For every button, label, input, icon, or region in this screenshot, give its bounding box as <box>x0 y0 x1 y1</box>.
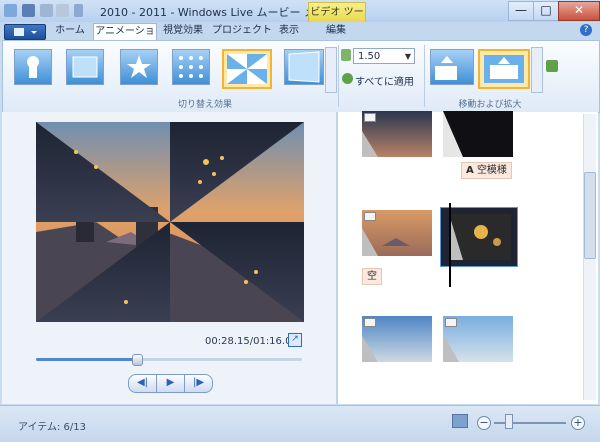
transition-badge-icon <box>445 318 457 327</box>
tab-home[interactable]: ホーム <box>48 23 92 39</box>
close-button[interactable]: ✕ <box>558 1 600 21</box>
preview-image <box>36 122 304 322</box>
timecode: 00:28.15/01:16.00 <box>205 336 298 347</box>
transition-badge-icon <box>364 212 376 221</box>
duration-icon <box>341 49 351 61</box>
caption-text: 空 <box>367 271 377 282</box>
app-icon <box>4 4 17 17</box>
undo-icon[interactable] <box>40 4 53 17</box>
transitions-gallery-scroll[interactable] <box>325 47 337 93</box>
star-icon <box>127 55 151 78</box>
transitions-group-label: 切り替え効果 <box>177 100 232 110</box>
pan-zoom-up-icon <box>484 55 524 83</box>
storyboard-clip[interactable] <box>362 316 432 362</box>
menu-icon <box>14 28 37 36</box>
scrollbar-thumb[interactable] <box>584 172 596 259</box>
redo-icon[interactable] <box>56 4 69 17</box>
caption-text: 空模様 <box>476 165 507 176</box>
tab-animations[interactable]: アニメーション <box>93 23 157 53</box>
duration-value: 1.50 <box>358 51 381 62</box>
play-button[interactable]: ▶ <box>156 374 185 393</box>
ribbon-separator <box>424 45 425 107</box>
previous-frame-button[interactable]: ◀| <box>128 374 157 393</box>
storyboard-clip[interactable] <box>362 210 432 256</box>
video-preview[interactable] <box>36 122 304 322</box>
save-icon[interactable] <box>22 4 35 17</box>
thumbnail-size-icon[interactable] <box>452 414 468 428</box>
storyboard-clip-selected[interactable] <box>440 207 518 267</box>
application-menu-button[interactable] <box>4 24 46 40</box>
apply-pan-zoom-icon[interactable] <box>546 60 558 72</box>
pinwheel-icon <box>227 54 267 84</box>
storyboard-clip[interactable] <box>443 111 513 157</box>
zoom-out-button[interactable]: − <box>477 416 491 430</box>
transition-none-thumb[interactable] <box>14 49 52 85</box>
transition-reveal-thumb[interactable] <box>284 49 324 85</box>
transition-crossfade-thumb[interactable] <box>66 49 104 85</box>
clip-thumbnail <box>443 111 513 157</box>
video-tools-context-tab: ビデオ ツール <box>308 2 366 37</box>
stars-pattern-icon <box>179 56 203 78</box>
zoom-in-button[interactable]: + <box>571 416 585 430</box>
transition-badge-icon <box>364 318 376 327</box>
clip-thumbnail <box>449 214 511 260</box>
duration-select[interactable]: 1.50 ▼ <box>353 48 415 64</box>
pan-zoom-gallery-scroll[interactable] <box>531 47 543 93</box>
next-frame-button[interactable]: |▶ <box>184 374 213 393</box>
pan-zoom-icon <box>435 56 457 80</box>
tab-visual-effects[interactable]: 視覚効果 <box>158 23 208 39</box>
zoom-slider-handle[interactable] <box>505 414 513 429</box>
caption-overlay[interactable]: A 空模様 <box>461 162 512 179</box>
item-count: アイテム: 6/13 <box>18 422 87 433</box>
pan-zoom-none-thumb[interactable] <box>430 49 474 85</box>
quick-access-dropdown-icon[interactable] <box>74 4 83 17</box>
rectangle-icon <box>72 56 98 78</box>
fullscreen-icon[interactable]: ↗ <box>288 333 302 347</box>
transition-badge-icon <box>364 113 376 122</box>
chevron-down-icon: ▼ <box>404 52 411 61</box>
reveal-icon <box>288 51 320 83</box>
playhead-marker[interactable] <box>449 203 451 287</box>
transition-stars-thumb[interactable] <box>172 49 210 85</box>
tab-edit[interactable]: 編集 <box>316 23 356 39</box>
minimize-button[interactable]: — <box>508 1 534 21</box>
text-caption-icon: A <box>466 165 474 176</box>
transition-star-thumb[interactable] <box>120 49 158 85</box>
ribbon-separator <box>338 45 339 107</box>
tab-view[interactable]: 表示 <box>274 23 304 39</box>
keyhole-icon <box>27 56 39 78</box>
tab-project[interactable]: プロジェクト <box>212 23 272 39</box>
help-icon[interactable]: ? <box>580 24 592 36</box>
transition-pinwheel-thumb[interactable] <box>222 49 272 89</box>
apply-to-all-button[interactable]: すべてに適用 <box>355 73 414 88</box>
storyboard-clip[interactable] <box>362 111 432 157</box>
maximize-button[interactable]: □ <box>533 1 559 21</box>
caption-overlay[interactable]: 空 <box>362 268 382 285</box>
storyboard-clip[interactable] <box>443 316 513 362</box>
seek-handle[interactable] <box>132 354 143 366</box>
apply-all-icon <box>342 73 353 84</box>
pan-zoom-selected-thumb[interactable] <box>478 49 530 89</box>
pan-zoom-group-label: 移動および拡大 <box>458 100 522 110</box>
seek-progress <box>36 358 137 361</box>
